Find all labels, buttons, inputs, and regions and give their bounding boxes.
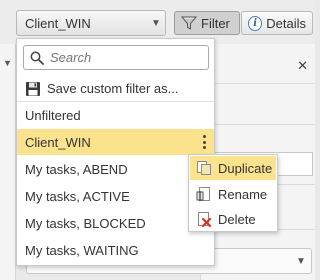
details-button-label: Details	[266, 15, 306, 31]
details-panel-header: ✕	[201, 44, 315, 84]
filter-item-label: My tasks, ABEND	[25, 161, 128, 177]
chevron-down-icon: ▼	[151, 17, 161, 29]
search-field[interactable]	[23, 45, 209, 70]
filter-item-my-tasks-waiting[interactable]: My tasks, WAITING	[17, 237, 214, 263]
info-icon: i	[248, 15, 263, 31]
kebab-menu-icon[interactable]	[202, 135, 206, 149]
duplicate-label: Duplicate	[218, 160, 273, 176]
duplicate-icon	[197, 161, 211, 175]
funnel-icon	[181, 16, 197, 30]
filter-item-my-tasks-abend[interactable]: My tasks, ABEND	[17, 156, 214, 182]
filter-item-my-tasks-blocked[interactable]: My tasks, BLOCKED	[17, 210, 214, 236]
filter-button[interactable]: Filter	[174, 11, 240, 35]
filter-item-my-tasks-active[interactable]: My tasks, ACTIVE	[17, 183, 214, 209]
rename-label: Rename	[218, 186, 268, 202]
chevron-down-icon[interactable]: ▼	[3, 58, 12, 68]
left-side-panel: ▼	[0, 44, 16, 280]
delete-icon	[198, 212, 212, 227]
chevron-down-icon: ▼	[296, 255, 306, 267]
delete-label: Delete	[218, 211, 256, 227]
rename-icon	[196, 187, 210, 201]
delete-menu-item[interactable]: Delete	[190, 207, 276, 231]
duplicate-menu-item[interactable]: Duplicate	[190, 156, 276, 180]
filter-item-label: Unfiltered	[25, 107, 81, 123]
filter-item-client-win[interactable]: Client_WIN	[17, 129, 214, 155]
filter-item-label: Client_WIN	[25, 134, 91, 150]
search-input[interactable]	[50, 50, 200, 65]
filter-dropdown-menu: Save custom filter as... Unfiltered Clie…	[16, 38, 215, 266]
search-icon	[30, 51, 44, 65]
save-custom-filter-label: Save custom filter as...	[47, 81, 179, 96]
divider	[201, 124, 315, 125]
filter-item-label: My tasks, ACTIVE	[25, 188, 130, 204]
filter-select[interactable]: Client_WIN ▼	[16, 10, 166, 36]
save-custom-filter-item[interactable]: Save custom filter as...	[17, 76, 214, 102]
save-disk-icon	[26, 81, 40, 96]
details-button[interactable]: i Details	[241, 11, 313, 35]
filter-context-menu: Duplicate Rename Delete	[188, 154, 278, 232]
filter-item-label: My tasks, WAITING	[25, 242, 139, 258]
filter-select-value: Client_WIN	[25, 15, 91, 31]
close-icon[interactable]: ✕	[297, 58, 308, 74]
filter-item-label: My tasks, BLOCKED	[25, 215, 146, 231]
rename-menu-item[interactable]: Rename	[190, 182, 276, 206]
filter-button-label: Filter	[201, 15, 230, 31]
app-page: ▼ ✕ Workflow ▼ Client_WIN ▼ Filter i Det…	[0, 0, 315, 280]
filter-item-unfiltered[interactable]: Unfiltered	[17, 102, 214, 128]
